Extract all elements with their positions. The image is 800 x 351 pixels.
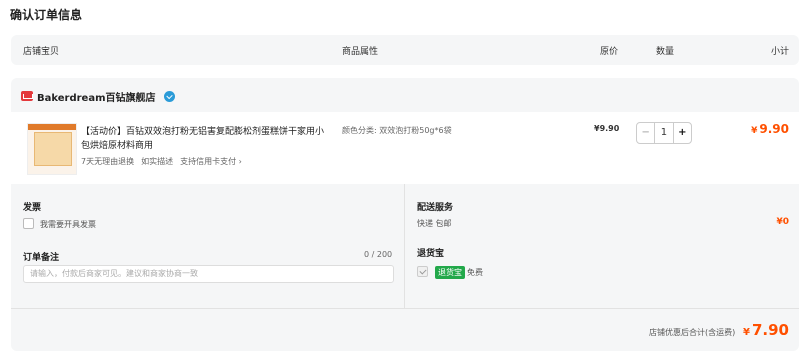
store-icon: [21, 91, 33, 101]
quantity-minus-button[interactable]: −: [637, 123, 656, 143]
item-subtotal: ¥9.90: [751, 122, 789, 136]
delivery-fee: ¥0: [776, 217, 789, 227]
total-label: 店铺优惠后合计(含运费): [649, 328, 736, 337]
shop-name[interactable]: Bakerdream百钻旗舰店: [37, 89, 156, 104]
summary-divider: [11, 308, 799, 309]
delivery-title: 配送服务: [417, 203, 454, 213]
section-divider: [404, 184, 405, 308]
header-unit-price: 原价: [600, 46, 619, 57]
order-table-header: 店铺宝贝 商品属性 原价 数量 小计: [11, 35, 799, 65]
quantity-plus-button[interactable]: +: [672, 123, 691, 143]
invoice-checkbox[interactable]: [23, 218, 34, 229]
remark-counter: 0 / 200: [364, 250, 393, 259]
service-tags: 7天无理由退换 如实描述 支持信用卡支付 ›: [81, 156, 242, 167]
product-thumbnail[interactable]: [27, 123, 77, 175]
header-shop-item: 店铺宝贝: [23, 46, 60, 57]
total-amount: ¥7.90: [743, 321, 789, 339]
remark-input[interactable]: 请输入，付款后商家可见。建议和商家协商一致: [23, 265, 394, 283]
product-attribute: 颜色分类: 双效泡打粉50g*6袋: [342, 126, 452, 135]
remark-title: 订单备注: [23, 253, 60, 263]
thumbnail-package: [34, 132, 72, 166]
tag-return: 7天无理由退换: [81, 157, 135, 166]
unit-price: ¥9.90: [594, 124, 620, 133]
subtotal-currency: ¥: [751, 126, 758, 136]
invoice-title: 发票: [23, 203, 42, 213]
shop-order-card: Bakerdream百钻旗舰店 【活动价】百钻双效泡打粉无铝害复配膨松剂蛋糕饼干…: [11, 78, 799, 351]
total-value: 7.90: [751, 321, 789, 339]
verified-badge-icon[interactable]: [163, 90, 175, 102]
order-item-row: 【活动价】百钻双效泡打粉无铝害复配膨松剂蛋糕饼干家用小包烘焙原材料商用 7天无理…: [11, 112, 799, 184]
header-quantity: 数量: [656, 46, 675, 57]
header-subtotal: 小计: [771, 46, 790, 57]
header-attributes: 商品属性: [342, 46, 379, 57]
return-insurance-check-icon: [417, 266, 428, 277]
shop-header: Bakerdream百钻旗舰店: [21, 88, 175, 104]
tag-credit-card[interactable]: 支持信用卡支付 ›: [180, 156, 242, 167]
thumbnail-band: [28, 124, 76, 130]
return-insurance-title: 退货宝: [417, 249, 445, 259]
tag-described: 如实描述: [141, 157, 174, 166]
return-insurance-badge: 退货宝: [435, 266, 465, 279]
page-title: 确认订单信息: [10, 8, 83, 22]
invoice-checkbox-label[interactable]: 我需要开具发票: [40, 219, 96, 230]
delivery-method: 快递 包邮: [417, 219, 452, 228]
total-currency: ¥: [743, 327, 750, 338]
quantity-stepper: − 1 +: [636, 122, 692, 144]
return-insurance-label: 免费: [467, 268, 483, 277]
quantity-value[interactable]: 1: [655, 123, 672, 143]
subtotal-value: 9.90: [759, 122, 789, 136]
product-title[interactable]: 【活动价】百钻双效泡打粉无铝害复配膨松剂蛋糕饼干家用小包烘焙原材料商用: [81, 125, 331, 153]
